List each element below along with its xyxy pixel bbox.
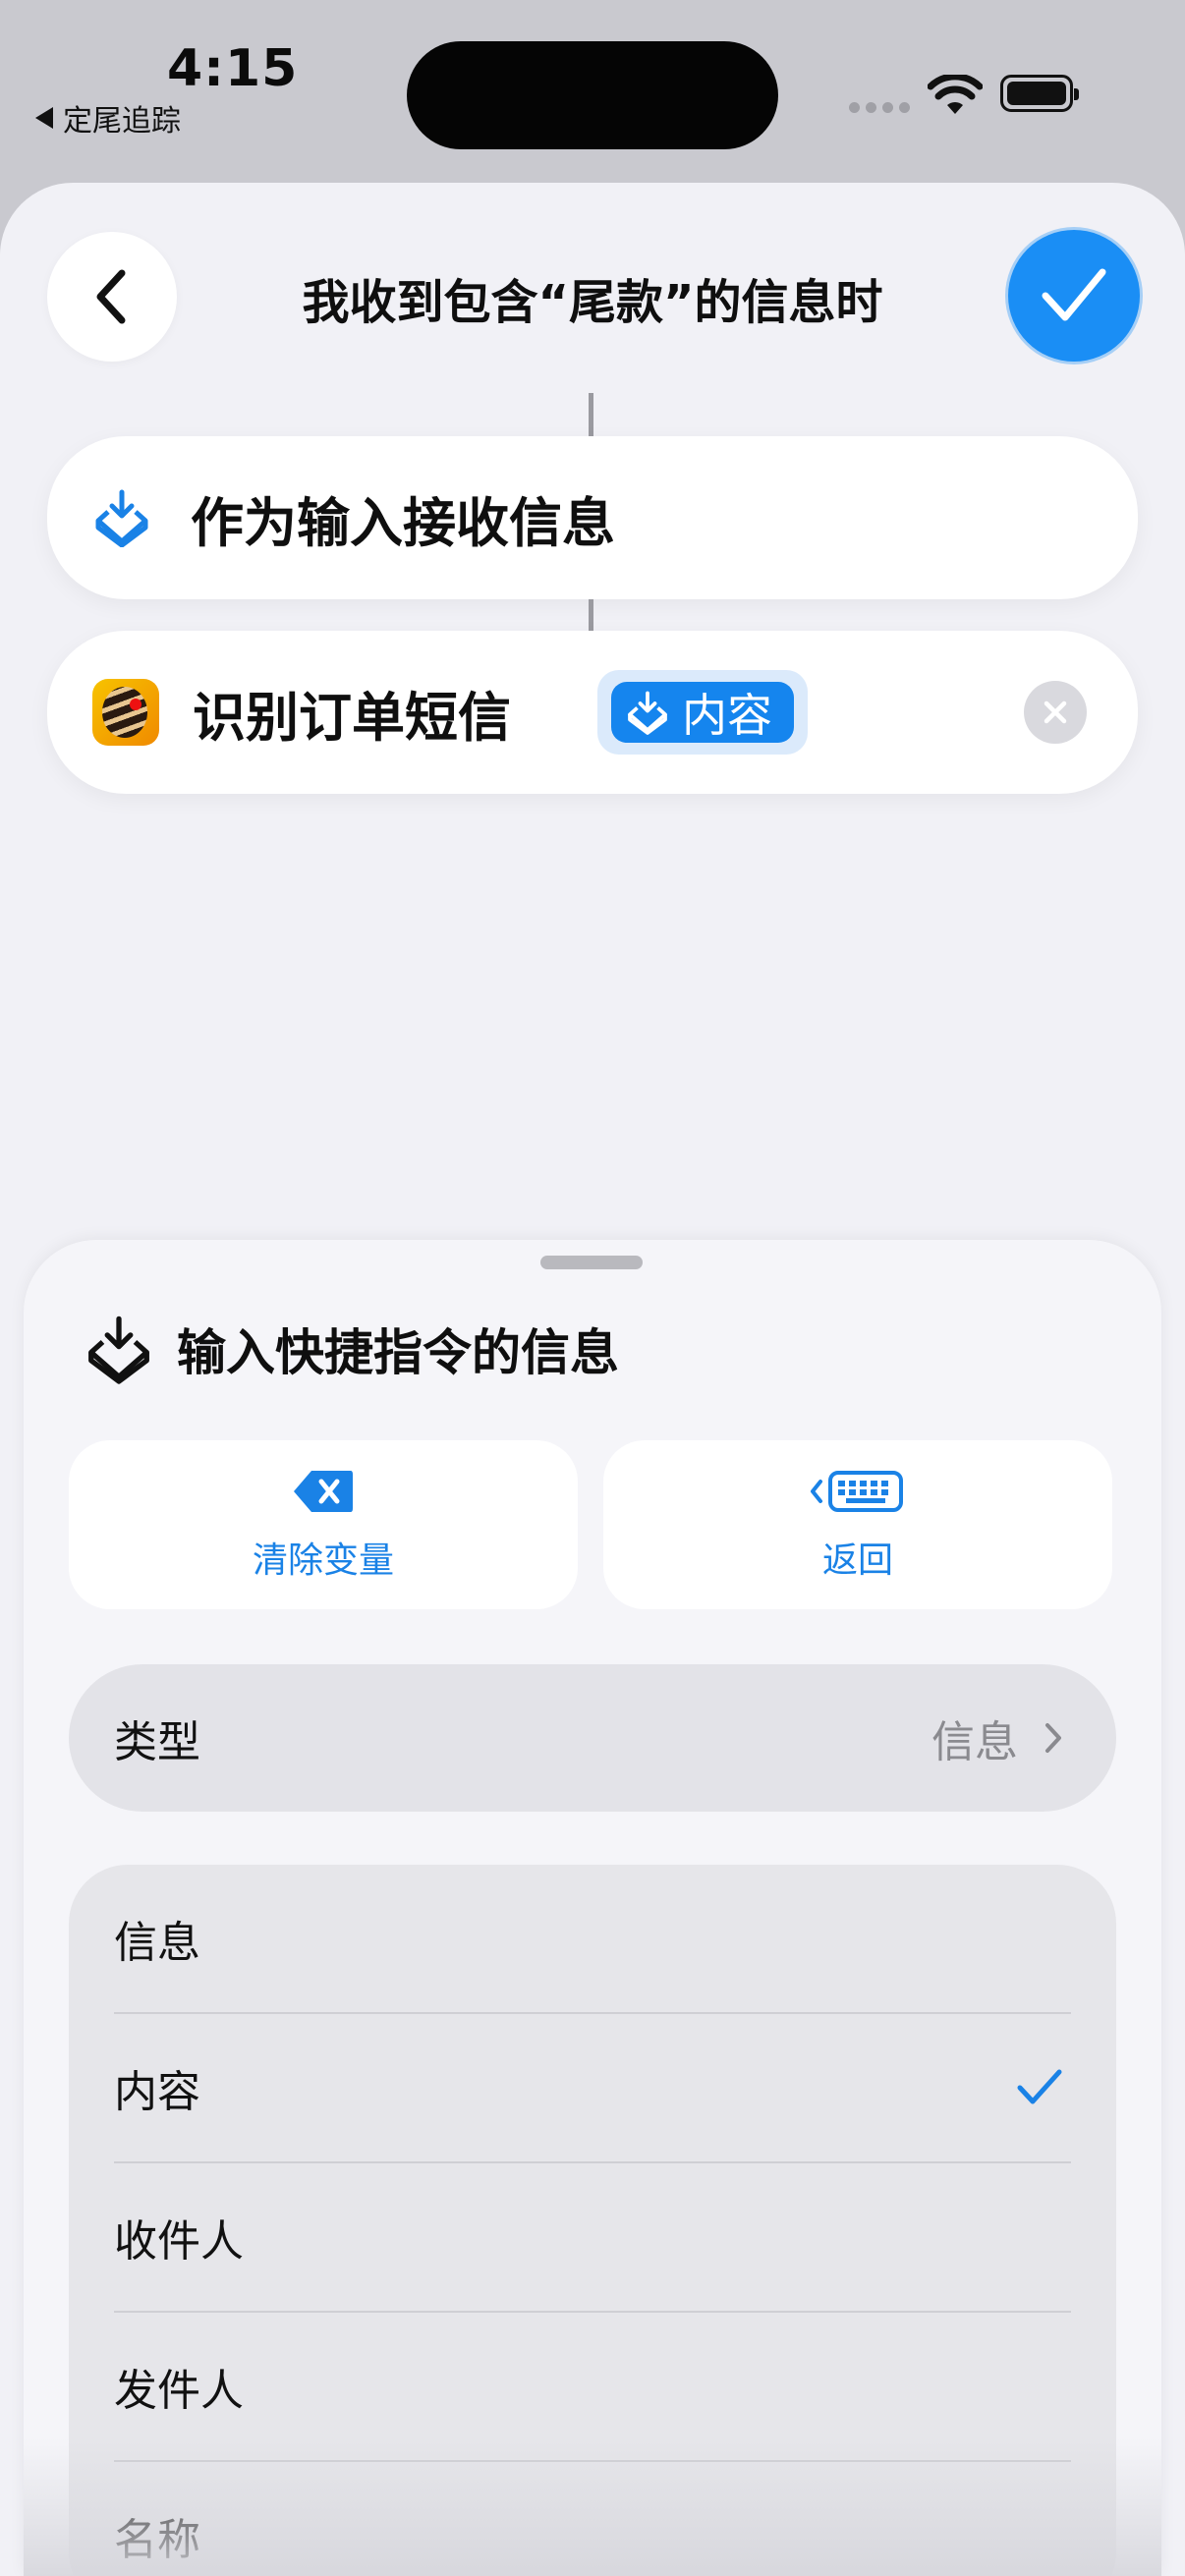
wifi-icon <box>928 75 983 114</box>
list-item-label: 内容 <box>114 2067 200 2117</box>
back-app-label: 定尾追踪 <box>63 104 181 139</box>
page-title: 我收到包含“尾款”的信息时 <box>302 275 883 330</box>
return-label: 返回 <box>821 1540 893 1581</box>
app-icon <box>92 679 159 746</box>
type-value-text: 信息 <box>931 1717 1018 1767</box>
recognize-order-action[interactable]: 识别订单短信 内容 <box>47 631 1138 794</box>
list-item-label: 信息 <box>114 1918 200 1968</box>
checkmark-icon <box>1042 268 1106 321</box>
dynamic-island <box>407 41 778 149</box>
variable-chip-highlight[interactable]: 内容 <box>597 670 808 755</box>
checkmark-icon <box>1017 2069 1062 2104</box>
panel-title: 输入快捷指令的信息 <box>177 1324 619 1381</box>
list-item[interactable]: 内容 <box>114 2014 1071 2163</box>
status-time: 4:15 <box>167 39 299 98</box>
delete-backward-icon <box>294 1471 353 1512</box>
back-button[interactable] <box>47 232 177 362</box>
clear-variable-label: 清除变量 <box>252 1540 394 1581</box>
shortcut-input-icon <box>95 489 148 547</box>
type-selector-row[interactable]: 类型 信息 <box>69 1664 1116 1812</box>
type-value: 信息 <box>931 1707 1063 1769</box>
receive-input-label: 作为输入接收信息 <box>191 491 615 554</box>
bottom-fade <box>24 2438 1161 2576</box>
content-variable-chip[interactable]: 内容 <box>611 682 794 743</box>
sheet-grabber[interactable] <box>540 1256 643 1269</box>
variable-picker-panel: 输入快捷指令的信息 清除变量 返回 类型 信息 信息 内容 收件人 发件人 <box>24 1240 1161 2576</box>
list-item[interactable]: 信息 <box>114 1865 1071 2014</box>
close-icon <box>1044 700 1067 724</box>
flow-connector <box>589 599 593 631</box>
shortcut-input-icon <box>628 691 667 735</box>
keyboard-back-icon <box>811 1471 903 1512</box>
remove-variable-button[interactable] <box>1024 681 1087 744</box>
status-bar: 4:15 定尾追踪 <box>0 0 1185 187</box>
shortcut-input-icon <box>88 1316 149 1384</box>
done-button[interactable] <box>1008 230 1140 362</box>
cellular-signal-icon <box>849 102 910 113</box>
panel-header: 输入快捷指令的信息 <box>86 1313 619 1385</box>
chevron-right-icon <box>1045 1723 1061 1753</box>
back-to-app-link[interactable]: 定尾追踪 <box>35 96 181 140</box>
list-item-label: 发件人 <box>114 2366 244 2416</box>
return-keyboard-button[interactable]: 返回 <box>603 1440 1112 1609</box>
clear-variable-button[interactable]: 清除变量 <box>69 1440 578 1609</box>
flow-connector <box>589 393 593 436</box>
type-label: 类型 <box>114 1717 200 1767</box>
list-item-label: 收件人 <box>114 2216 244 2267</box>
battery-icon <box>1000 75 1079 112</box>
recognize-label: 识别订单短信 <box>193 686 511 749</box>
back-triangle-icon <box>35 107 53 129</box>
variable-chip-label: 内容 <box>682 689 772 742</box>
chevron-left-icon <box>96 269 126 324</box>
receive-input-action[interactable]: 作为输入接收信息 <box>47 436 1138 599</box>
list-item[interactable]: 收件人 <box>114 2163 1071 2313</box>
